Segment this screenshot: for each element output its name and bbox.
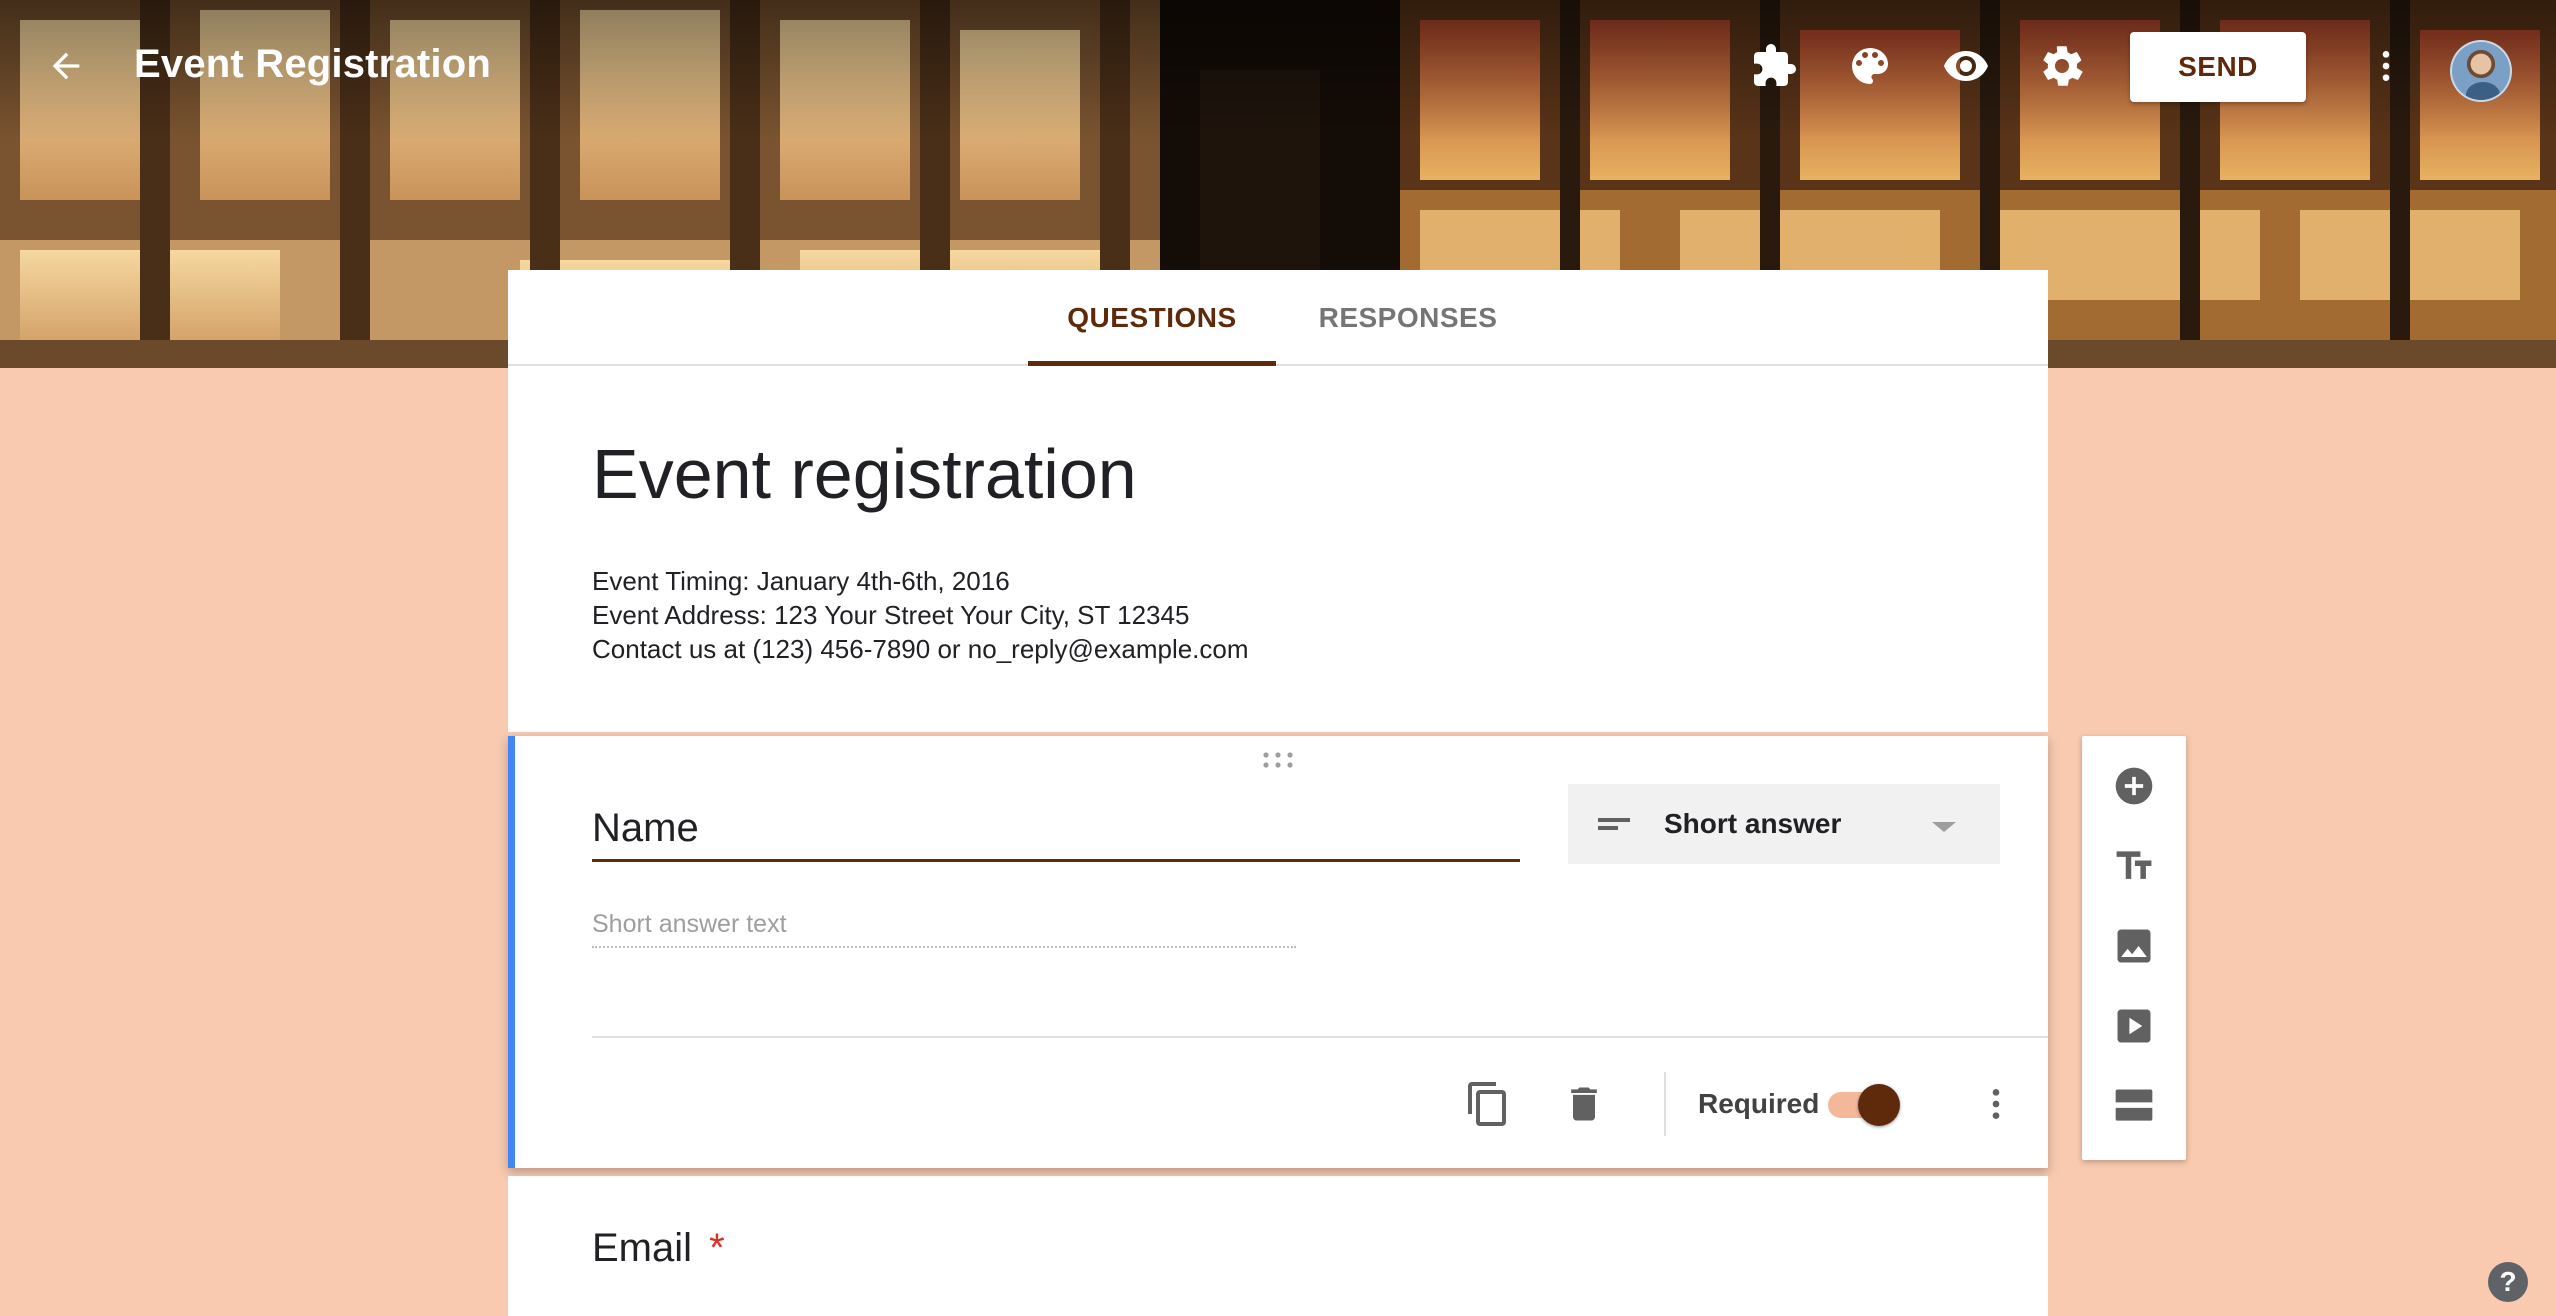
- drag-handle-icon[interactable]: [1260, 750, 1296, 770]
- settings-gear-icon[interactable]: [2034, 38, 2090, 94]
- required-asterisk: *: [709, 1226, 725, 1270]
- add-image-icon[interactable]: [2104, 916, 2164, 976]
- question-card-name[interactable]: Name Short answer Short answer text Requ…: [508, 736, 2048, 1168]
- form-header[interactable]: Event registration Event Timing: January…: [508, 366, 2048, 732]
- question-type-dropdown[interactable]: Short answer: [1568, 784, 2000, 864]
- more-vert-icon[interactable]: [2358, 38, 2414, 94]
- tab-bar: QUESTIONS RESPONSES: [508, 270, 2048, 366]
- top-app-bar: Event Registration SEND: [0, 0, 2556, 140]
- chevron-down-icon: [1930, 820, 1958, 839]
- form-description[interactable]: Event Timing: January 4th-6th, 2016 Even…: [592, 564, 1249, 666]
- short-answer-lines-icon: [1596, 810, 1632, 843]
- avatar[interactable]: [2450, 40, 2512, 102]
- send-button[interactable]: SEND: [2130, 32, 2306, 102]
- divider: [592, 1036, 2048, 1038]
- back-arrow-icon[interactable]: [36, 36, 96, 96]
- help-icon[interactable]: ?: [2488, 1262, 2528, 1302]
- active-question-indicator: [508, 736, 515, 1168]
- add-question-icon[interactable]: [2104, 756, 2164, 816]
- app-title: Event Registration: [134, 42, 491, 86]
- question-title: Email *: [592, 1226, 725, 1271]
- preview-eye-icon[interactable]: [1938, 38, 1994, 94]
- more-vert-icon[interactable]: [1968, 1076, 2024, 1132]
- floating-add-toolbar: [2082, 736, 2186, 1160]
- short-answer-placeholder: Short answer text: [592, 910, 787, 938]
- tab-questions[interactable]: QUESTIONS: [1028, 270, 1276, 366]
- add-title-icon[interactable]: [2104, 836, 2164, 896]
- description-line: Event Timing: January 4th-6th, 2016: [592, 566, 1010, 596]
- form-container: QUESTIONS RESPONSES Event registration E…: [508, 270, 2048, 1316]
- toggle-thumb: [1858, 1084, 1900, 1126]
- description-line: Event Address: 123 Your Street Your City…: [592, 600, 1190, 630]
- divider: [1664, 1072, 1666, 1136]
- add-ons-puzzle-icon[interactable]: [1746, 38, 1802, 94]
- duplicate-icon[interactable]: [1460, 1076, 1516, 1132]
- add-section-icon[interactable]: [2104, 1076, 2164, 1136]
- required-toggle[interactable]: [1824, 1080, 1904, 1128]
- question-card-email[interactable]: Email *: [508, 1176, 2048, 1316]
- question-title-text: Name: [592, 806, 699, 850]
- question-type-label: Short answer: [1664, 808, 1842, 839]
- required-label: Required: [1698, 1088, 1820, 1119]
- short-answer-preview: Short answer text: [592, 902, 1296, 948]
- delete-trash-icon[interactable]: [1556, 1076, 1612, 1132]
- tab-responses[interactable]: RESPONSES: [1276, 270, 1540, 366]
- palette-icon[interactable]: [1842, 38, 1898, 94]
- add-video-icon[interactable]: [2104, 996, 2164, 1056]
- description-line: Contact us at (123) 456-7890 or no_reply…: [592, 634, 1249, 664]
- question-title-input[interactable]: Name: [592, 796, 1520, 862]
- question-title-text: Email: [592, 1226, 693, 1270]
- form-title[interactable]: Event registration: [592, 434, 1137, 514]
